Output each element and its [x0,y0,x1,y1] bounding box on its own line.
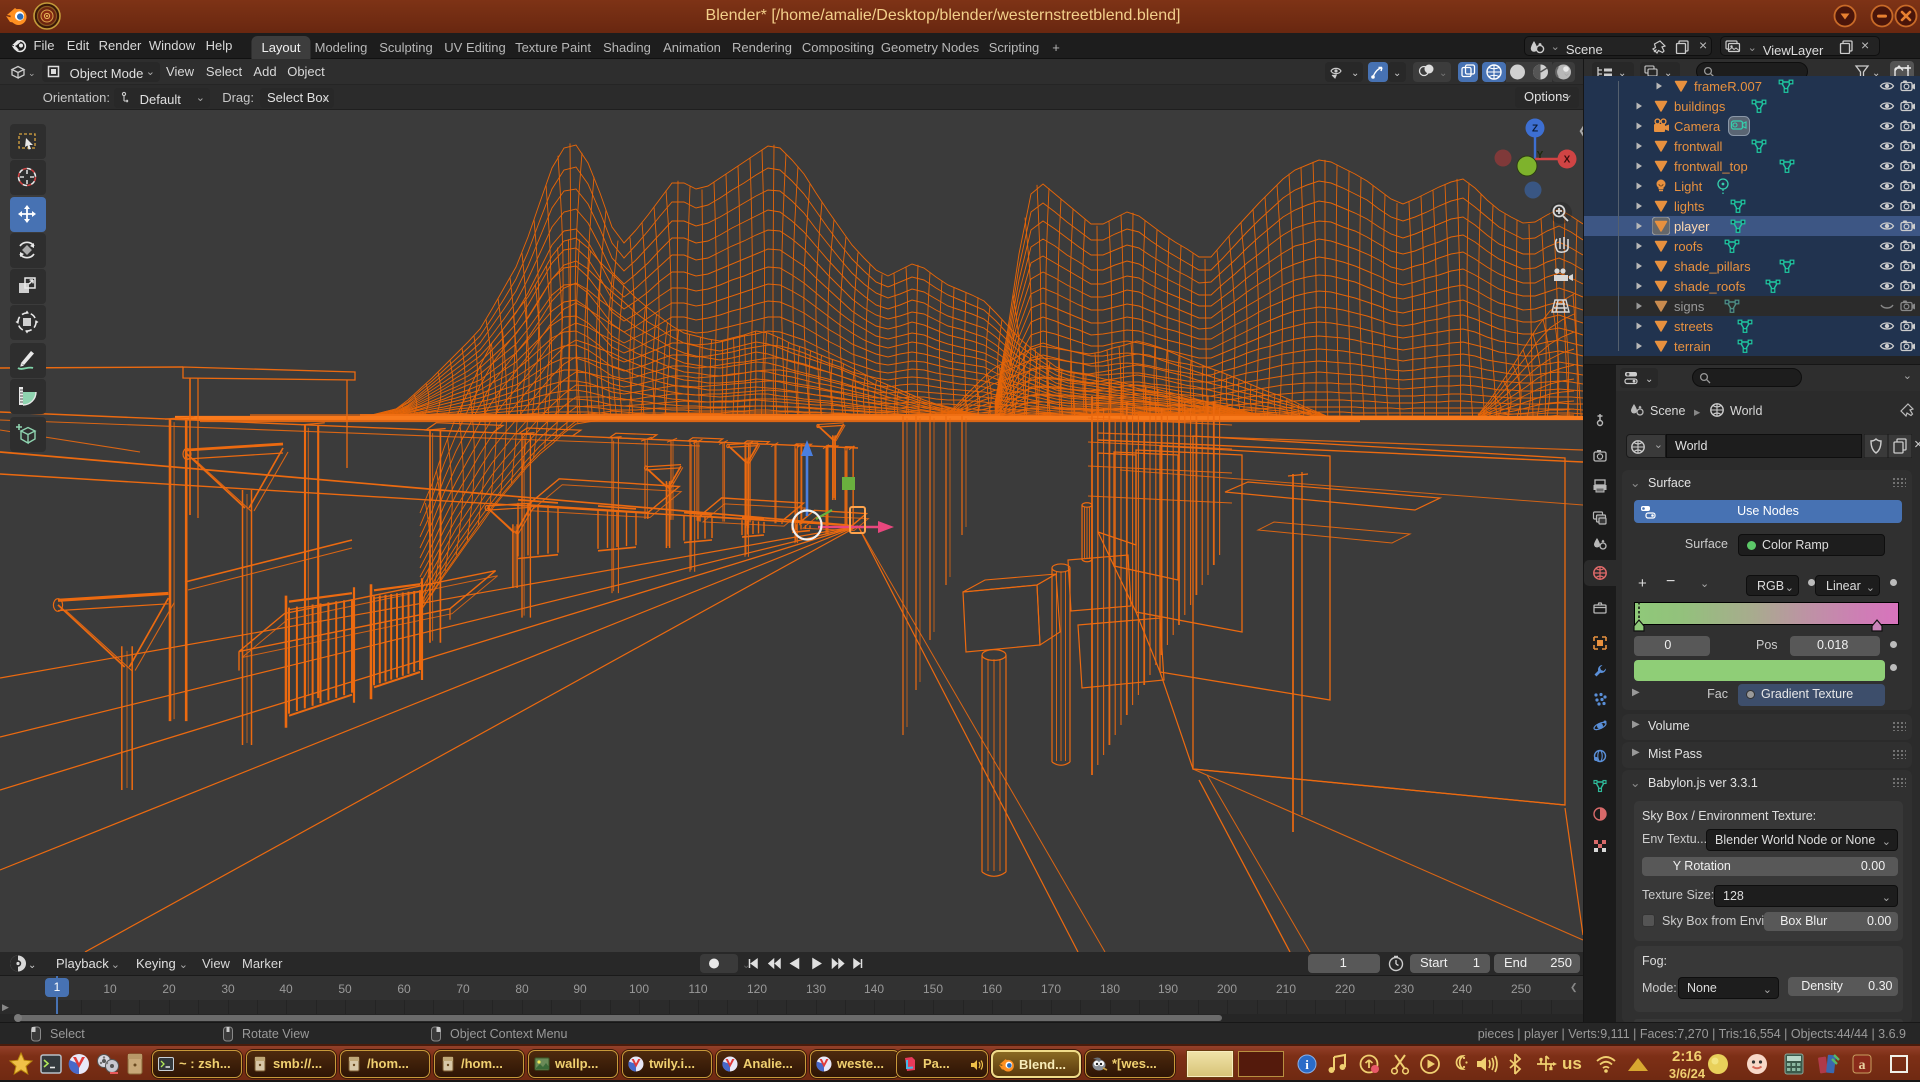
svg-text:⌄: ⌄ [1393,68,1401,79]
svg-text:X: X [1564,155,1571,166]
svg-text:⌄: ⌄ [28,960,36,971]
svg-text:i: i [1305,1057,1309,1072]
svg-text:Z: Z [1532,124,1538,135]
svg-text:a: a [1859,1058,1866,1073]
svg-text:⌄: ⌄ [1351,68,1359,79]
svg-text:⌄: ⌄ [1439,68,1447,79]
svg-text:⌄: ⌄ [1645,374,1653,385]
svg-text:⌄: ⌄ [28,68,36,78]
svg-text:Y: Y [1537,150,1544,161]
